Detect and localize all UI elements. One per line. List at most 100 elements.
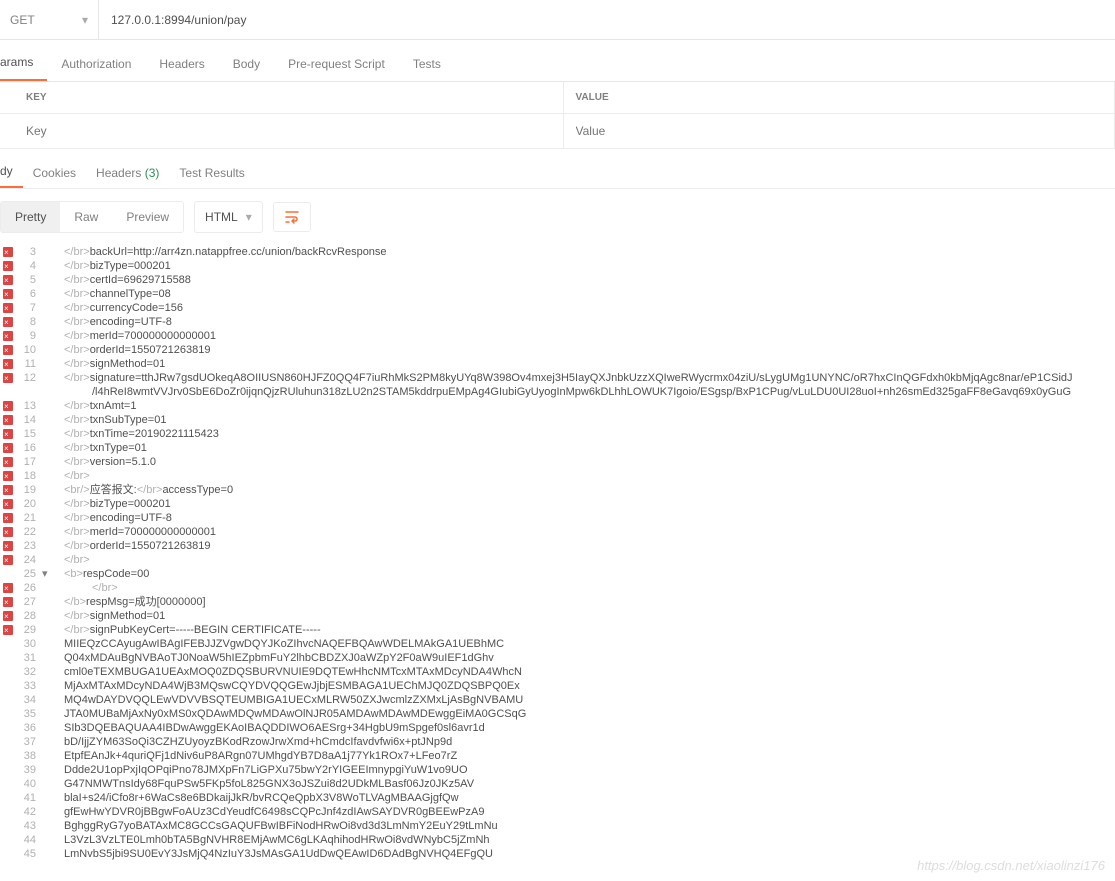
code-content: </br>txnAmt=1: [52, 399, 136, 413]
gutter: [0, 819, 16, 833]
error-icon: [3, 625, 13, 635]
line-number: 20: [16, 497, 42, 511]
error-icon: [3, 415, 13, 425]
code-line: 27</b>respMsg=成功[0000000]: [0, 595, 1115, 609]
fold-gutter[interactable]: ▾: [42, 567, 52, 581]
code-line: 10</br>orderId=1550721263819: [0, 343, 1115, 357]
gutter: [0, 763, 16, 777]
fold-gutter: [42, 623, 52, 637]
gutter: [0, 833, 16, 847]
line-number: 37: [16, 735, 42, 749]
fold-gutter: [42, 777, 52, 791]
error-icon: [3, 471, 13, 481]
line-number: 25: [16, 567, 42, 581]
code-content: L3VzL3VzLTE0Lmh0bTA5BgNVHR8EMjAwMC6gLKAq…: [52, 833, 490, 847]
code-content: G47NMWTnsIdy68FquPSw5FKp5foL825GNX3oJSZu…: [52, 777, 474, 791]
error-icon: [3, 443, 13, 453]
code-content: bD/IjjZYM63SoQi3CZHZUyoyzBKodRzowJrwXmd+…: [52, 735, 452, 749]
error-icon: [3, 583, 13, 593]
gutter: [0, 525, 16, 539]
code-content: MIIEQzCCAyugAwIBAgIFEBJJZVgwDQYJKoZIhvcN…: [52, 637, 504, 651]
gutter: [0, 581, 16, 595]
view-mode-preview[interactable]: Preview: [112, 202, 183, 232]
line-number: 27: [16, 595, 42, 609]
code-content: </br>: [52, 553, 90, 567]
code-line: 37 bD/IjjZYM63SoQi3CZHZUyoyzBKodRzowJrwXm…: [0, 735, 1115, 749]
code-line: 21</br>encoding=UTF-8: [0, 511, 1115, 525]
code-line: 44L3VzL3VzLTE0Lmh0bTA5BgNVHR8EMjAwMC6gLK…: [0, 833, 1115, 847]
request-tab-authorization[interactable]: Authorization: [47, 57, 145, 81]
view-mode-raw[interactable]: Raw: [60, 202, 112, 232]
gutter: [0, 399, 16, 413]
request-tab-pre-request-script[interactable]: Pre-request Script: [274, 57, 399, 81]
gutter: [0, 287, 16, 301]
code-content: </br>signature=tthJRw7gsdUOkeqA8OIIUSN86…: [52, 371, 1073, 385]
gutter: [0, 735, 16, 749]
fold-gutter: [42, 315, 52, 329]
code-line: 34 MQ4wDAYDVQQLEwVDVVBSQTEUMBIGA1UECxMLRW…: [0, 693, 1115, 707]
code-content: gfEwHwYDVR0jBBgwFoAUz3CdYeudfC6498sCQPcJ…: [52, 805, 484, 819]
line-number: 43: [16, 819, 42, 833]
code-content: cml0eTEXMBUGA1UEAxMOQ0ZDQSBURVNUIE9DQTEw…: [52, 665, 522, 679]
gutter: [0, 357, 16, 371]
gutter: [0, 301, 16, 315]
code-content: </br>currencyCode=156: [52, 301, 183, 315]
code-line: 42 gfEwHwYDVR0jBBgwFoAUz3CdYeudfC6498sCQP…: [0, 805, 1115, 819]
error-icon: [3, 303, 13, 313]
line-number: 32: [16, 665, 42, 679]
response-body[interactable]: 3</br>backUrl=http://arr4zn.natappfree.c…: [0, 245, 1115, 861]
fold-gutter: [42, 245, 52, 259]
chevron-down-icon: ▾: [246, 210, 252, 224]
code-content: MQ4wDAYDVQQLEwVDVVBSQTEUMBIGA1UECxMLRW50…: [52, 693, 523, 707]
url-input[interactable]: [99, 0, 1115, 39]
response-tab-cookies[interactable]: Cookies: [23, 166, 86, 188]
line-number: 5: [16, 273, 42, 287]
code-line: 11</br>signMethod=01: [0, 357, 1115, 371]
line-number: 35: [16, 707, 42, 721]
wrap-lines-button[interactable]: [273, 202, 311, 232]
error-icon: [3, 513, 13, 523]
response-tab-test-results[interactable]: Test Results: [169, 166, 254, 188]
line-number: 34: [16, 693, 42, 707]
request-tab-arams[interactable]: arams: [0, 55, 47, 81]
param-value-input[interactable]: [564, 114, 1115, 148]
line-number: 42: [16, 805, 42, 819]
gutter: [0, 693, 16, 707]
fold-gutter: [42, 553, 52, 567]
code-content: </br>txnSubType=01: [52, 413, 166, 427]
line-number: [16, 385, 42, 399]
code-line: 30MIIEQzCCAyugAwIBAgIFEBJJZVgwDQYJKoZIhv…: [0, 637, 1115, 651]
code-content: blaI+s24/iCfo8r+6WaCs8e6BDkaijJkR/bvRCQe…: [52, 791, 459, 805]
line-number: 18: [16, 469, 42, 483]
format-select[interactable]: HTML ▾: [194, 201, 263, 233]
gutter: [0, 609, 16, 623]
code-content: BghggRyG7yoBATAxMC8GCCsGAQUFBwIBFiNodHRw…: [52, 819, 498, 833]
error-icon: [3, 289, 13, 299]
param-key-input[interactable]: [26, 114, 563, 148]
code-content: </br>txnTime=20190221115423: [52, 427, 219, 441]
response-tab-dy[interactable]: dy: [0, 164, 23, 188]
code-line: 25▾<b>respCode=00: [0, 567, 1115, 581]
code-line: 3</br>backUrl=http://arr4zn.natappfree.c…: [0, 245, 1115, 259]
fold-gutter: [42, 609, 52, 623]
request-tab-body[interactable]: Body: [219, 57, 274, 81]
http-method-label: GET: [10, 13, 35, 27]
code-line: 40G47NMWTnsIdy68FquPSw5FKp5foL825GNX3oJS…: [0, 777, 1115, 791]
error-icon: [3, 373, 13, 383]
view-mode-pretty[interactable]: Pretty: [1, 202, 60, 232]
code-line: 14</br>txnSubType=01: [0, 413, 1115, 427]
code-content: </br>version=5.1.0: [52, 455, 156, 469]
request-tab-tests[interactable]: Tests: [399, 57, 455, 81]
code-content: LmNvbS5jbi9SU0EvY3JsMjQ4NzIuY3JsMAsGA1Ud…: [52, 847, 493, 861]
http-method-select[interactable]: GET ▾: [0, 0, 99, 39]
fold-gutter: [42, 385, 52, 399]
fold-gutter: [42, 763, 52, 777]
fold-gutter: [42, 819, 52, 833]
gutter: [0, 539, 16, 553]
line-number: 12: [16, 371, 42, 385]
response-tab-headers[interactable]: Headers (3): [86, 166, 169, 188]
request-tab-headers[interactable]: Headers: [145, 57, 218, 81]
error-icon: [3, 611, 13, 621]
code-line: 33MjAxMTAxMDcyNDA4WjB3MQswCQYDVQQGEwJjbj…: [0, 679, 1115, 693]
code-line: 7</br>currencyCode=156: [0, 301, 1115, 315]
